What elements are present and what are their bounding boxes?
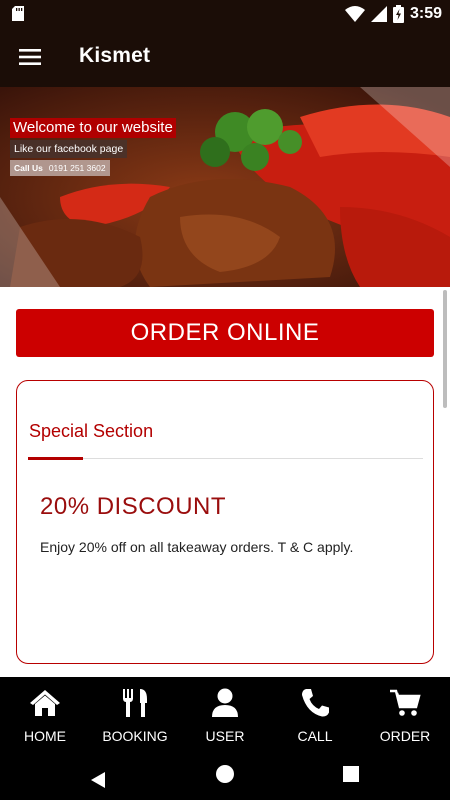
nav-order-label: ORDER [379,728,431,744]
phone-icon [302,689,329,717]
discount-description: Enjoy 20% off on all takeaway orders. T … [40,539,354,555]
facebook-link[interactable]: Like our facebook page [10,140,128,158]
bottom-nav: HOME BOOKING USER CALL ORDER [0,677,450,760]
call-us-label: Call Us [14,163,43,173]
nav-home-label: HOME [24,728,66,744]
battery-charging-icon [392,5,404,23]
status-bar: 3:59 [0,0,450,27]
sd-card-icon [12,6,24,21]
hero-banner: Welcome to our website Like our facebook… [0,87,450,287]
scrollbar[interactable] [443,290,447,408]
status-time: 3:59 [409,5,442,22]
user-icon [212,688,238,717]
nav-user[interactable]: USER [180,677,270,760]
wifi-icon [344,6,365,22]
signal-icon [370,6,387,22]
recents-icon[interactable] [331,760,371,800]
nav-home[interactable]: HOME [0,677,90,760]
nav-user-label: USER [205,728,245,744]
hamburger-menu-icon[interactable] [14,43,46,71]
app-screen: 3:59 Kismet Welcome to our website Like … [0,0,450,800]
nav-call[interactable]: CALL [270,677,360,760]
nav-call-label: CALL [297,728,333,744]
cutlery-icon [123,689,147,717]
nav-order[interactable]: ORDER [360,677,450,760]
status-right: 3:59 [344,4,442,24]
tab-divider [83,458,423,459]
app-title: Kismet [79,44,151,67]
back-icon[interactable] [78,760,118,800]
hero-food-image [0,87,450,287]
home-icon [30,690,60,716]
special-section-tab[interactable]: Special Section [29,421,153,442]
special-section-card: Special Section 20% DISCOUNT Enjoy 20% o… [16,380,434,664]
nav-booking[interactable]: BOOKING [90,677,180,760]
system-nav-bar [0,760,450,800]
cart-icon [390,689,421,716]
discount-headline: 20% DISCOUNT [40,493,227,520]
nav-booking-label: BOOKING [102,728,168,744]
order-online-button[interactable]: ORDER ONLINE [16,309,434,357]
home-circle-icon[interactable] [205,760,245,800]
phone-number: 0191 251 3602 [48,163,106,173]
tab-indicator [28,457,83,460]
welcome-banner: Welcome to our website [10,118,176,138]
app-bar: Kismet [0,27,450,87]
call-us-link[interactable]: Call Us 0191 251 3602 [10,160,110,176]
